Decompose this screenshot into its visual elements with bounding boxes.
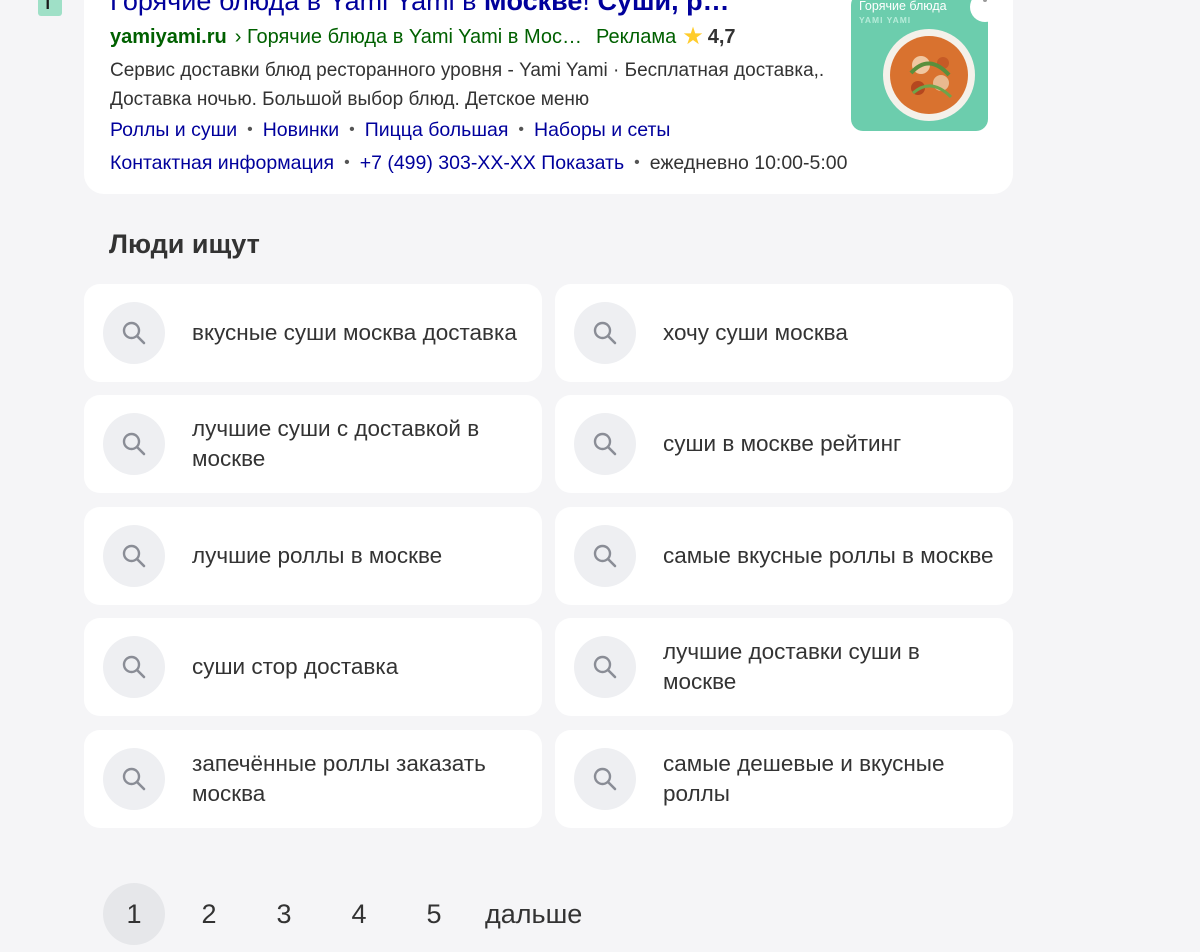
favicon: Г — [38, 0, 62, 16]
pagination: 1 2 3 4 5 дальше — [103, 883, 582, 945]
favicon-letter: Г — [45, 0, 55, 13]
sitelink-rolls[interactable]: Роллы и суши — [110, 116, 237, 144]
suggestion-text: запечённые роллы заказать москва — [192, 751, 486, 806]
ad-title-link[interactable]: Горячие блюда в Yami Yami в Москве! Суши… — [110, 0, 810, 18]
search-icon — [574, 525, 636, 587]
suggestion-item[interactable]: вкусные суши москва доставка — [84, 284, 542, 382]
page-4-button[interactable]: 4 — [328, 883, 390, 945]
suggestion-text: лучшие доставки суши в москве — [663, 639, 920, 694]
page-2-button[interactable]: 2 — [178, 883, 240, 945]
ad-title-part: Горячие блюда в Yami Yami в — [110, 0, 484, 16]
search-icon — [103, 748, 165, 810]
sitelink-new[interactable]: Новинки — [263, 116, 339, 144]
ad-result-card: Горячие блюда в Yami Yami в Москве! Суши… — [84, 0, 1013, 194]
search-icon — [574, 748, 636, 810]
suggestion-item[interactable]: самые дешевые и вкусные роллы — [555, 730, 1013, 828]
search-icon — [103, 636, 165, 698]
more-dots-icon — [983, 0, 987, 2]
sitelink-sets[interactable]: Наборы и сеты — [534, 116, 670, 144]
suggestion-item[interactable]: лучшие суши с доставкой в москве — [84, 395, 542, 493]
ad-domain-link[interactable]: yamiyami.ru — [110, 23, 227, 51]
page-1-button[interactable]: 1 — [103, 883, 165, 945]
sitelink-pizza[interactable]: Пицца большая — [365, 116, 509, 144]
ad-sitelinks: Роллы и суши • Новинки • Пицца большая •… — [110, 116, 670, 144]
suggestion-text: вкусные суши москва доставка — [192, 320, 517, 345]
contact-info-link[interactable]: Контактная информация — [110, 149, 334, 177]
suggestion-item[interactable]: хочу суши москва — [555, 284, 1013, 382]
separator-dot: • — [247, 121, 253, 138]
page-3-button[interactable]: 3 — [253, 883, 315, 945]
suggestion-text: лучшие суши с доставкой в москве — [192, 416, 480, 471]
separator-dot: • — [349, 121, 355, 138]
search-icon — [103, 302, 165, 364]
working-hours: ежедневно 10:00-5:00 — [649, 152, 848, 174]
phone-show-link[interactable]: +7 (499) 303-XX-XX Показать — [360, 149, 624, 177]
food-bowl-image — [883, 29, 975, 121]
ad-rating: 4,7 — [707, 26, 736, 48]
suggestion-text: суши в москве рейтинг — [663, 431, 902, 456]
suggestion-text: хочу суши москва — [663, 320, 848, 345]
suggestion-item[interactable]: самые вкусные роллы в москве — [555, 507, 1013, 605]
star-icon: ★ — [682, 23, 704, 50]
search-icon — [574, 302, 636, 364]
search-icon — [574, 413, 636, 475]
suggestion-item[interactable]: суши стор доставка — [84, 618, 542, 716]
separator-dot: • — [634, 154, 640, 171]
suggestion-text: лучшие роллы в москве — [192, 543, 443, 568]
search-icon — [103, 413, 165, 475]
ad-title-bold: Суши — [597, 0, 672, 16]
suggestion-item[interactable]: лучшие доставки суши в москве — [555, 618, 1013, 716]
ad-image[interactable]: Горячие блюда YAMI YAMI — [851, 0, 988, 131]
ad-title-bold: , р… — [671, 0, 730, 16]
ad-title-part: ! — [582, 0, 598, 16]
ad-contacts: Контактная информация • +7 (499) 303-XX-… — [110, 149, 847, 177]
page-5-button[interactable]: 5 — [403, 883, 465, 945]
ad-title-bold: Москве — [484, 0, 583, 16]
next-page-link[interactable]: дальше — [485, 899, 582, 930]
search-icon — [103, 525, 165, 587]
separator-dot: • — [344, 154, 350, 171]
ad-description: Сервис доставки блюд ресторанного уровня… — [110, 60, 825, 110]
ad-label: Реклама — [596, 26, 677, 48]
search-icon — [574, 636, 636, 698]
separator-dot: • — [518, 121, 524, 138]
suggestion-item[interactable]: суши в москве рейтинг — [555, 395, 1013, 493]
ad-path-link[interactable]: › Горячие блюда в Yami Yami в Мос… — [235, 23, 582, 51]
suggestion-item[interactable]: лучшие роллы в москве — [84, 507, 542, 605]
suggestion-text: суши стор доставка — [192, 654, 399, 679]
suggestion-text: самые дешевые и вкусные роллы — [663, 751, 945, 806]
suggestion-item[interactable]: запечённые роллы заказать москва — [84, 730, 542, 828]
people-search-title: Люди ищут — [109, 229, 260, 259]
suggestion-text: самые вкусные роллы в москве — [663, 543, 994, 568]
ad-url-line: yamiyami.ru › Горячие блюда в Yami Yami … — [110, 23, 736, 51]
